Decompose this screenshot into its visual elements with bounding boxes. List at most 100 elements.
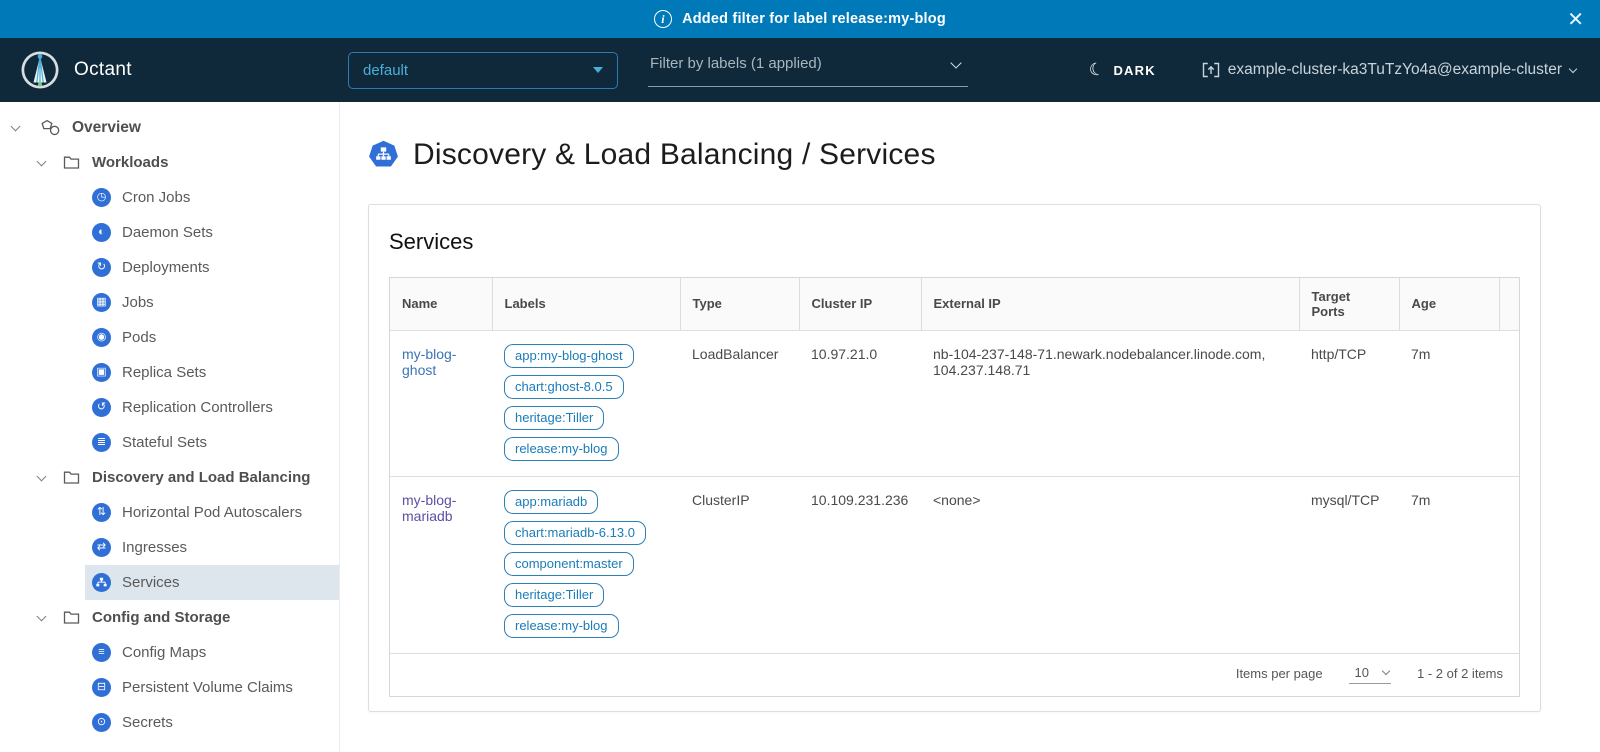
- items-per-page-label: Items per page: [1236, 666, 1323, 681]
- replica-sets-icon: ▣: [92, 363, 111, 382]
- sidebar-group-config-and-storage[interactable]: Config and Storage: [0, 600, 339, 635]
- sidebar-item-label: Stateful Sets: [122, 434, 207, 451]
- card-title: Services: [389, 229, 1520, 255]
- page-title-text: Discovery & Load Balancing / Services: [413, 138, 936, 172]
- sidebar-item-daemon-sets[interactable]: ◐ Daemon Sets: [85, 215, 339, 250]
- sidebar-item-pods[interactable]: ◉ Pods: [85, 320, 339, 355]
- folder-icon: [63, 155, 80, 170]
- chevron-down-icon: [1569, 65, 1577, 73]
- sidebar-group-label: Config and Storage: [92, 609, 230, 626]
- sidebar-item-label: Ingresses: [122, 539, 187, 556]
- sidebar-item-replication-controllers[interactable]: ↺ Replication Controllers: [85, 390, 339, 425]
- sidebar-item-config-maps[interactable]: ≡ Config Maps: [85, 635, 339, 670]
- sidebar-item-deployments[interactable]: ↻ Deployments: [85, 250, 339, 285]
- label-filter-input[interactable]: Filter by labels (1 applied): [648, 53, 968, 87]
- jobs-icon: ▦: [92, 293, 111, 312]
- sidebar-item-services[interactable]: Services: [85, 565, 339, 600]
- table-row: my-blog-mariadb app:mariadb chart:mariad…: [390, 476, 1519, 653]
- sidebar-item-label: Services: [122, 574, 180, 591]
- namespace-select-value: default: [363, 62, 408, 79]
- chevron-down-icon[interactable]: [37, 471, 47, 481]
- label-chip[interactable]: heritage:Tiller: [504, 406, 604, 430]
- sidebar-item-cron-jobs[interactable]: ◷ Cron Jobs: [85, 180, 339, 215]
- label-chip[interactable]: release:my-blog: [504, 437, 619, 461]
- target-ports: mysql/TCP: [1299, 476, 1399, 653]
- chevron-down-icon: [1382, 667, 1390, 675]
- cluster-ip: 10.109.231.236: [799, 476, 921, 653]
- replication-controllers-icon: ↺: [92, 398, 111, 417]
- label-chip[interactable]: app:my-blog-ghost: [504, 344, 634, 368]
- app-title: Octant: [74, 59, 132, 81]
- sidebar-item-label: Secrets: [122, 714, 173, 731]
- secrets-icon: ⊙: [92, 713, 111, 732]
- dark-theme-toggle[interactable]: ☾ DARK: [1089, 60, 1156, 80]
- ingresses-icon: ⇄: [92, 538, 111, 557]
- service-type: LoadBalancer: [680, 330, 799, 476]
- folder-icon: [63, 610, 80, 625]
- chevron-down-icon[interactable]: [11, 121, 21, 131]
- namespace-select[interactable]: default: [348, 52, 618, 89]
- close-icon[interactable]: ✕: [1567, 0, 1584, 38]
- sidebar-item-label: Pods: [122, 329, 156, 346]
- cluster-picker[interactable]: example-cluster-ka3TuTzYo4a@example-clus…: [1202, 61, 1576, 79]
- folder-icon: [63, 470, 80, 485]
- chevron-down-icon[interactable]: [37, 611, 47, 621]
- chevron-down-icon[interactable]: [37, 156, 47, 166]
- external-ip: <none>: [921, 476, 1299, 653]
- age: 7m: [1399, 330, 1499, 476]
- spacer-column: [1499, 278, 1519, 330]
- items-per-page-value: 10: [1355, 665, 1369, 680]
- table-header-row: Name Labels Type Cluster IP External IP …: [390, 278, 1519, 330]
- label-chip[interactable]: chart:ghost-8.0.5: [504, 375, 624, 399]
- spacer-cell: [1499, 330, 1519, 476]
- sidebar-item-label: Horizontal Pod Autoscalers: [122, 504, 302, 521]
- objects-icon: [41, 119, 60, 136]
- sidebar-item-label: Replica Sets: [122, 364, 206, 381]
- sidebar-item-ingresses[interactable]: ⇄ Ingresses: [85, 530, 339, 565]
- label-chip[interactable]: heritage:Tiller: [504, 583, 604, 607]
- services-icon: [92, 573, 111, 592]
- sidebar-item-label: Daemon Sets: [122, 224, 213, 241]
- label-chip[interactable]: app:mariadb: [504, 490, 598, 514]
- items-per-page-select[interactable]: 10: [1349, 664, 1391, 684]
- column-header-cluster-ip: Cluster IP: [799, 278, 921, 330]
- sidebar-item-label: Deployments: [122, 259, 210, 276]
- sidebar-item-label: Jobs: [122, 294, 154, 311]
- banner-message: Added filter for label release:my-blog: [682, 11, 946, 27]
- sidebar-item-persistent-volume-claims[interactable]: ⊟ Persistent Volume Claims: [85, 670, 339, 705]
- sidebar-item-replica-sets[interactable]: ▣ Replica Sets: [85, 355, 339, 390]
- cron-jobs-icon: ◷: [92, 188, 111, 207]
- column-header-name: Name: [390, 278, 492, 330]
- label-chip[interactable]: component:master: [504, 552, 634, 576]
- theme-toggle-label: DARK: [1113, 63, 1155, 78]
- daemon-sets-icon: ◐: [92, 223, 111, 242]
- sidebar-group-discovery-load-balancing[interactable]: Discovery and Load Balancing: [0, 460, 339, 495]
- label-chip[interactable]: chart:mariadb-6.13.0: [504, 521, 646, 545]
- column-header-external-ip: External IP: [921, 278, 1299, 330]
- persistent-volume-claims-icon: ⊟: [92, 678, 111, 697]
- main-content: Discovery & Load Balancing / Services Se…: [340, 102, 1600, 752]
- stateful-sets-icon: ≣: [92, 433, 111, 452]
- service-name-link[interactable]: my-blog-ghost: [402, 346, 456, 378]
- label-chip[interactable]: release:my-blog: [504, 614, 619, 638]
- column-header-target-ports: Target Ports: [1299, 278, 1399, 330]
- sidebar-group-workloads[interactable]: Workloads: [0, 145, 339, 180]
- spacer-cell: [1499, 476, 1519, 653]
- sidebar-item-label: Cron Jobs: [122, 189, 190, 206]
- sidebar-group-label: Discovery and Load Balancing: [92, 469, 310, 486]
- cluster-name: example-cluster-ka3TuTzYo4a@example-clus…: [1228, 61, 1562, 79]
- sidebar-item-secrets[interactable]: ⊙ Secrets: [85, 705, 339, 740]
- service-name-link[interactable]: my-blog-mariadb: [402, 492, 456, 524]
- sidebar-item-horizontal-pod-autoscalers[interactable]: ⇅ Horizontal Pod Autoscalers: [85, 495, 339, 530]
- sidebar-item-label: Overview: [72, 119, 141, 137]
- sidebar-item-jobs[interactable]: ▦ Jobs: [85, 285, 339, 320]
- horizontal-pod-autoscalers-icon: ⇅: [92, 503, 111, 522]
- deploy-icon: [1202, 62, 1220, 78]
- sidebar-nav: Overview Workloads ◷ Cron Jobs ◐ Daemon …: [0, 102, 340, 752]
- sidebar-item-overview[interactable]: Overview: [0, 110, 339, 145]
- deployments-icon: ↻: [92, 258, 111, 277]
- sidebar-item-label: Persistent Volume Claims: [122, 679, 293, 696]
- sidebar-item-stateful-sets[interactable]: ≣ Stateful Sets: [85, 425, 339, 460]
- config-maps-icon: ≡: [92, 643, 111, 662]
- service-type: ClusterIP: [680, 476, 799, 653]
